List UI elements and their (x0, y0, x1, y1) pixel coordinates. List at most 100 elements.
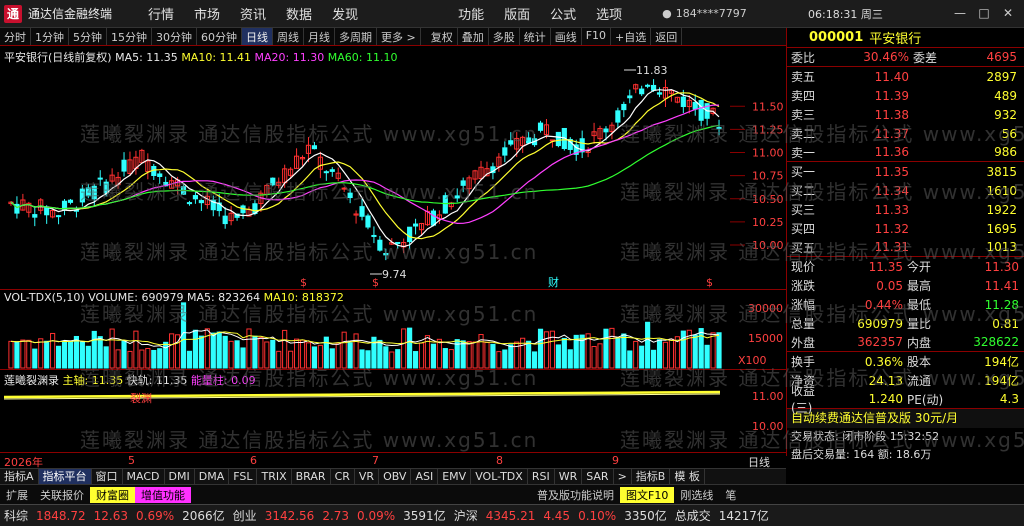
ticker-price: 1848.72 (36, 508, 86, 523)
menu-layout[interactable]: 版面 (494, 4, 540, 23)
ind-tab-window[interactable]: 窗口 (92, 469, 123, 484)
period-15min[interactable]: 15分钟 (107, 28, 152, 45)
menu-data[interactable]: 数据 (276, 4, 322, 23)
ind-tab-rsi[interactable]: RSI (528, 469, 555, 484)
volume-bar (704, 344, 710, 369)
period-1min[interactable]: 1分钟 (31, 28, 69, 45)
bid-row[interactable]: 买四 11.32 1695 (787, 219, 1024, 238)
menu-market-quotes[interactable]: 行情 (138, 4, 184, 23)
ext-related[interactable]: 关联报价 (34, 487, 90, 503)
ext-value-added[interactable]: 增值功能 (135, 486, 191, 503)
period-more[interactable]: 更多 > (377, 28, 421, 45)
ma10-label: MA10: 11.41 (181, 51, 252, 64)
ind-tab-cr[interactable]: CR (331, 469, 355, 484)
period-monthly[interactable]: 月线 (304, 28, 335, 45)
candle-body (395, 241, 401, 244)
ind-tab-more[interactable]: > (614, 469, 632, 484)
ind-tab-macd[interactable]: MACD (123, 469, 165, 484)
bid-row[interactable]: 买一 11.35 3815 (787, 162, 1024, 181)
ind-tab-emv[interactable]: EMV (438, 469, 472, 484)
candle-body (311, 145, 318, 150)
ext-wealth-circle[interactable]: 财富圈 (90, 486, 135, 503)
ind-tab-vol-tdx[interactable]: VOL-TDX (471, 469, 528, 484)
menu-functions[interactable]: 功能 (448, 4, 494, 23)
bid-row[interactable]: 买五 11.31 1013 (787, 238, 1024, 257)
ask-row[interactable]: 卖二 11.37 56 (787, 124, 1024, 143)
btn-multi-stock[interactable]: 多股 (489, 28, 520, 45)
ind-tab-dma[interactable]: DMA (195, 469, 230, 484)
btn-draw[interactable]: 画线 (551, 28, 582, 45)
ext-expand[interactable]: 扩展 (0, 487, 34, 503)
candle-body (639, 88, 645, 95)
ask-row[interactable]: 卖一 11.36 986 (787, 143, 1024, 162)
candle-body (377, 239, 383, 251)
btn-adjust[interactable]: 复权 (427, 28, 458, 45)
ind-tab-dmi[interactable]: DMI (165, 469, 195, 484)
ind-tab-sar[interactable]: SAR (582, 469, 614, 484)
ask-row[interactable]: 卖四 11.39 489 (787, 86, 1024, 105)
maximize-icon[interactable]: □ (974, 3, 994, 23)
volume-bar (109, 328, 115, 369)
ticker-name[interactable]: 创业 (229, 507, 261, 524)
ind-tab-vr[interactable]: VR (355, 469, 380, 484)
ind-tab-platform[interactable]: 指标平台 (38, 469, 92, 484)
menu-formula[interactable]: 公式 (540, 4, 586, 23)
account[interactable]: ● 184****7797 (662, 7, 747, 20)
menu-discover[interactable]: 发现 (322, 4, 368, 23)
kline-chart[interactable]: 平安银行(日线前复权) MA5: 11.35 MA10: 11.41 MA20:… (0, 46, 786, 290)
btn-f10[interactable]: F10 (582, 28, 612, 45)
ticker-name[interactable]: 科综 (0, 507, 32, 524)
ind-tab-obv[interactable]: OBV (379, 469, 412, 484)
indicator-chart[interactable]: 莲曦裂渊录 主轴: 11.35 快轨: 11.35 能量柱: 0.09 裂渊 11… (0, 370, 786, 452)
menu-news[interactable]: 资讯 (230, 4, 276, 23)
ext-tick[interactable]: 笔 (719, 487, 742, 503)
btn-add-watchlist[interactable]: +自选 (611, 28, 652, 45)
ind-tab-brar[interactable]: BRAR (292, 469, 331, 484)
btn-stats[interactable]: 统计 (520, 28, 551, 45)
ind-tab-fsl[interactable]: FSL (229, 469, 258, 484)
period-weekly[interactable]: 周线 (273, 28, 304, 45)
period-5min[interactable]: 5分钟 (69, 28, 107, 45)
volume-chart[interactable]: VOL-TDX(5,10) VOLUME: 690979 MA5: 823264… (0, 290, 786, 370)
ask-row[interactable]: 卖三 11.38 932 (787, 105, 1024, 124)
period-intraday[interactable]: 分时 (0, 28, 31, 45)
ind-tab-template[interactable]: 模 板 (670, 469, 705, 484)
ind-tab-wr[interactable]: WR (555, 469, 583, 484)
ticker-price: 3142.56 (264, 508, 315, 523)
promo-banner[interactable]: 自动续费通达信普及版 30元/月 (787, 409, 1024, 428)
ext-help[interactable]: 普及版功能说明 (531, 487, 620, 503)
btn-back[interactable]: 返回 (651, 28, 683, 45)
volume-bar (401, 328, 407, 369)
quote-stats-2: 换手 0.36% 股本 194亿 净资 24.13 流通 194亿 收益(三) 1.240 PE(动… (787, 352, 1024, 415)
bid-volume: 1610 (986, 183, 1017, 198)
title-bar: 通 通达信金融终端 行情 市场 资讯 数据 发现 功能 版面 公式 选项 ● 1… (0, 0, 1024, 28)
ticker-name[interactable]: 总成交 (671, 507, 715, 524)
candle-body (79, 188, 85, 203)
ind-tab-b[interactable]: 指标B (632, 469, 671, 484)
account-name: 184****7797 (675, 7, 747, 20)
period-multi[interactable]: 多周期 (335, 28, 377, 45)
bid-row[interactable]: 买三 11.33 1922 (787, 200, 1024, 219)
candle-body (103, 181, 109, 194)
btn-overlay[interactable]: 叠加 (458, 28, 489, 45)
stock-name[interactable]: 平安银行 (869, 28, 921, 47)
period-30min[interactable]: 30分钟 (152, 28, 197, 45)
ind-tab-a[interactable]: 指标A (0, 469, 39, 484)
weibi-label: 委比 (791, 50, 816, 65)
ext-select[interactable]: 刚选线 (674, 487, 719, 503)
stock-code[interactable]: 000001 (809, 30, 863, 45)
period-daily[interactable]: 日线 (242, 28, 273, 45)
ext-f10[interactable]: 图文F10 (620, 486, 675, 503)
minimize-icon[interactable]: — (950, 3, 970, 23)
volume-bar (8, 340, 14, 369)
menu-market[interactable]: 市场 (184, 4, 230, 23)
menu-options[interactable]: 选项 (586, 4, 632, 23)
period-60min[interactable]: 60分钟 (197, 28, 242, 45)
ind-tab-trix[interactable]: TRIX (257, 469, 292, 484)
stat-label: 今开 (907, 260, 932, 274)
ask-row[interactable]: 卖五 11.40 2897 (787, 67, 1024, 86)
ticker-name[interactable]: 沪深 (450, 507, 482, 524)
close-icon[interactable]: ✕ (998, 3, 1018, 23)
bid-row[interactable]: 买二 11.34 1610 (787, 181, 1024, 200)
ind-tab-asi[interactable]: ASI (411, 469, 439, 484)
